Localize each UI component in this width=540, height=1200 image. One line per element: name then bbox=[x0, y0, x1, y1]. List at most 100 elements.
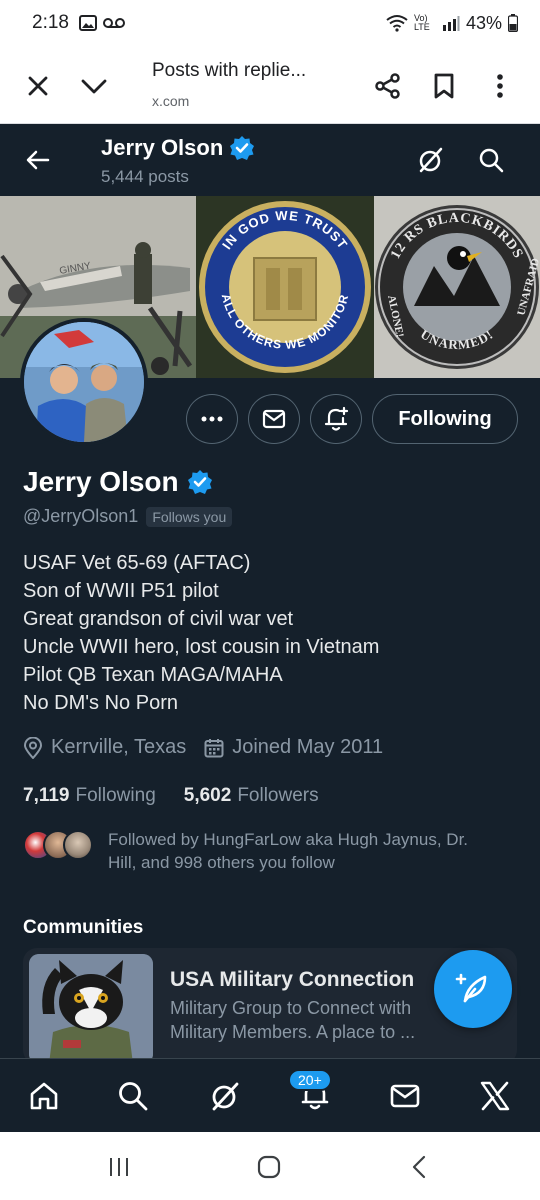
community-description: Military Group to Connect with Military … bbox=[170, 998, 416, 1042]
following-stat[interactable]: 7,119 Following bbox=[23, 785, 156, 807]
profile-header-bar: Jerry Olson 5,444 posts bbox=[0, 124, 540, 196]
grok-button[interactable] bbox=[412, 141, 450, 179]
browser-toolbar: Posts with replie... x.com bbox=[0, 46, 540, 124]
follows-you-badge: Follows you bbox=[146, 506, 233, 527]
minimize-button[interactable] bbox=[74, 66, 114, 106]
saluting-cat-image bbox=[29, 954, 153, 1064]
status-bar: 2:18 Vo) LTE 43% bbox=[0, 0, 540, 46]
community-title: USA Military Connection bbox=[170, 968, 415, 991]
search-icon bbox=[479, 148, 504, 173]
bio-line: USAF Vet 65-69 (AFTAC) bbox=[23, 552, 251, 574]
avatar-photo bbox=[24, 322, 144, 442]
follow-stats: 7,119 Following 5,602 Followers bbox=[23, 785, 347, 807]
search-button[interactable] bbox=[472, 141, 510, 179]
nav-home[interactable] bbox=[23, 1075, 65, 1117]
close-button[interactable] bbox=[18, 66, 58, 106]
communities-heading: Communities bbox=[23, 917, 144, 938]
back-system-button[interactable] bbox=[404, 1152, 434, 1182]
envelope-icon bbox=[262, 409, 286, 429]
nav-grok[interactable] bbox=[204, 1075, 246, 1117]
notify-button[interactable] bbox=[310, 394, 362, 444]
joined-text: Joined May 2011 bbox=[232, 736, 384, 758]
home-system-button[interactable] bbox=[254, 1152, 284, 1182]
profile-meta: Kerrville, Texas Joined May 2011 bbox=[23, 736, 401, 759]
handle-row: @JerryOlson1 Follows you bbox=[23, 506, 233, 527]
nav-search[interactable] bbox=[112, 1075, 154, 1117]
banner-patch-photo: 12 RS BLACKBIRDS UNARMED! ALONE! UNAFRAI… bbox=[374, 196, 540, 378]
page-title: Posts with replie... bbox=[152, 60, 307, 81]
back-button[interactable] bbox=[18, 140, 58, 180]
chevron-down-icon bbox=[81, 79, 107, 94]
profile-avatar[interactable] bbox=[20, 318, 148, 446]
aftac-coin-illustration: IN GOD WE TRUST ALL OTHERS WE MONITOR bbox=[196, 196, 374, 378]
grok-icon bbox=[419, 147, 443, 173]
bio-line: Great grandson of civil war vet bbox=[23, 608, 294, 630]
more-options-button[interactable] bbox=[480, 66, 520, 106]
home-icon bbox=[30, 1082, 58, 1110]
joined-item: Joined May 2011 bbox=[204, 736, 383, 759]
bio-line: Uncle WWII hero, lost cousin in Vietnam bbox=[23, 636, 380, 658]
bottom-navigation bbox=[0, 1058, 540, 1132]
more-vertical-icon bbox=[497, 74, 503, 98]
recent-apps-icon bbox=[110, 1158, 128, 1176]
gallery-icon bbox=[78, 15, 97, 31]
followers-stat[interactable]: 5,602 Followers bbox=[184, 785, 319, 807]
location-text: Kerrville, Texas bbox=[51, 736, 187, 758]
grok-icon bbox=[212, 1082, 239, 1111]
profile-name: Jerry Olson bbox=[23, 466, 213, 498]
compose-post-button[interactable] bbox=[434, 950, 512, 1028]
signal-icon bbox=[442, 16, 460, 31]
wifi-icon bbox=[386, 15, 408, 32]
message-button[interactable] bbox=[248, 394, 300, 444]
following-count: 7,119 bbox=[23, 785, 70, 806]
following-label: Following bbox=[75, 785, 156, 806]
nav-x-premium[interactable] bbox=[474, 1075, 516, 1117]
location-item: Kerrville, Texas bbox=[23, 736, 186, 759]
more-horizontal-icon bbox=[201, 416, 223, 422]
community-thumbnail bbox=[29, 954, 153, 1064]
header-name: Jerry Olson bbox=[101, 135, 255, 161]
network-type: Vo) LTE bbox=[413, 13, 430, 32]
page-url: x.com bbox=[152, 93, 190, 109]
back-chevron-icon bbox=[412, 1155, 426, 1179]
notifications-badge: 20+ bbox=[288, 1069, 332, 1091]
followers-label: Followers bbox=[237, 785, 319, 806]
voicemail-icon bbox=[102, 18, 125, 28]
followers-count: 5,602 bbox=[183, 785, 232, 806]
back-arrow-icon bbox=[26, 150, 50, 170]
messages-icon bbox=[390, 1084, 420, 1108]
recent-apps-button[interactable] bbox=[104, 1152, 134, 1182]
x-logo-icon bbox=[480, 1081, 510, 1111]
posts-count: 5,444 posts bbox=[101, 167, 189, 186]
close-icon bbox=[28, 76, 48, 96]
location-pin-icon bbox=[23, 736, 43, 759]
verified-badge-icon bbox=[230, 136, 255, 160]
share-button[interactable] bbox=[368, 66, 408, 106]
follower-avatar bbox=[63, 830, 93, 860]
share-icon bbox=[375, 73, 400, 99]
bio-line: No DM's No Porn bbox=[23, 692, 178, 714]
bookmark-icon bbox=[434, 73, 454, 99]
home-circle-icon bbox=[257, 1155, 281, 1179]
status-time: 2:18 bbox=[32, 12, 69, 33]
bio-line: Pilot QB Texan MAGA/MAHA bbox=[23, 664, 283, 686]
nav-messages[interactable] bbox=[384, 1075, 426, 1117]
compose-feather-icon bbox=[455, 973, 487, 1003]
search-icon bbox=[119, 1082, 148, 1111]
verified-badge-icon bbox=[187, 470, 212, 494]
bell-plus-icon bbox=[324, 406, 349, 431]
blackbirds-patch-illustration: 12 RS BLACKBIRDS UNARMED! ALONE! UNAFRAI… bbox=[374, 196, 540, 378]
battery-percent: 43% bbox=[465, 12, 502, 33]
bio-line: Son of WWII P51 pilot bbox=[23, 580, 219, 602]
banner-coin-photo: IN GOD WE TRUST ALL OTHERS WE MONITOR bbox=[196, 196, 374, 378]
battery-icon bbox=[508, 14, 518, 32]
followed-by-text: Followed by HungFarLow aka Hugh Jaynus, … bbox=[108, 830, 469, 872]
calendar-icon bbox=[204, 738, 224, 757]
bookmark-button[interactable] bbox=[424, 66, 464, 106]
more-actions-button[interactable] bbox=[186, 394, 238, 444]
profile-bio: USAF Vet 65-69 (AFTAC) Son of WWII P51 p… bbox=[23, 549, 379, 717]
profile-handle: @JerryOlson1 bbox=[23, 506, 139, 526]
system-navigation bbox=[0, 1132, 540, 1200]
following-button[interactable]: Following bbox=[372, 394, 518, 444]
follower-avatars bbox=[23, 830, 93, 862]
